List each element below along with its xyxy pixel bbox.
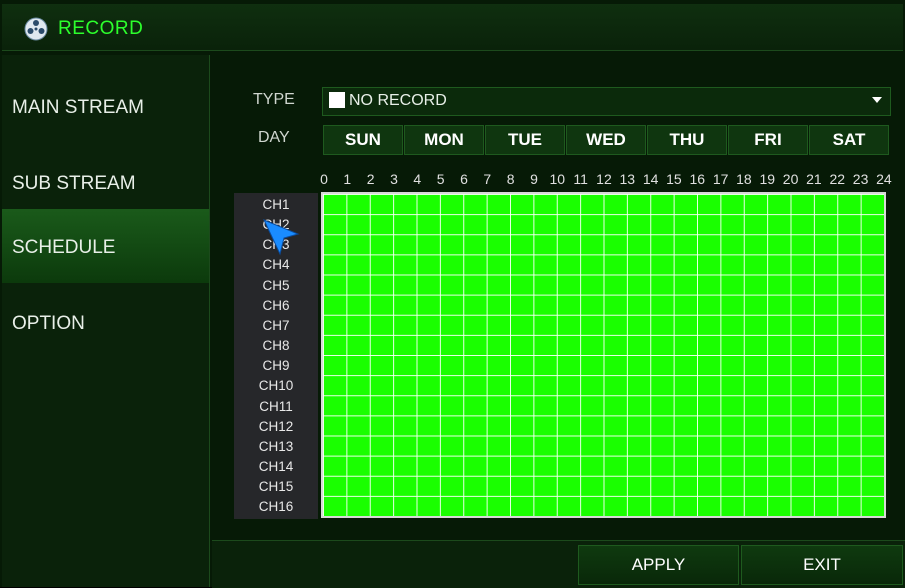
channel-label: CH8	[262, 338, 290, 354]
schedule-grid[interactable]	[321, 192, 886, 518]
day-button-sat[interactable]: SAT	[809, 125, 889, 155]
channel-label: CH6	[262, 297, 290, 313]
hour-label: 22	[829, 171, 846, 187]
channel-label: CH10	[258, 378, 294, 394]
pointer-cursor-icon	[262, 219, 300, 256]
hour-label: 5	[436, 171, 445, 187]
hour-label: 19	[759, 171, 776, 187]
type-value: NO RECORD	[349, 92, 447, 109]
hour-label: 11	[573, 171, 588, 187]
film-reel-icon	[24, 17, 48, 41]
day-button-fri[interactable]: FRI	[728, 125, 808, 155]
day-button-tue[interactable]: TUE	[485, 125, 565, 155]
hour-label: 13	[619, 171, 636, 187]
hour-label: 2	[366, 171, 375, 187]
channel-label: CH15	[258, 479, 294, 495]
hour-label: 0	[320, 171, 328, 187]
day-label: DAY	[258, 129, 290, 146]
exit-button[interactable]: EXIT	[741, 545, 903, 585]
channel-label: CH12	[258, 418, 294, 434]
day-button-sun[interactable]: SUN	[323, 125, 403, 155]
chevron-down-icon[interactable]	[872, 97, 882, 103]
channel-label: CH7	[262, 317, 290, 333]
sidebar-item-label: SUB STREAM	[12, 173, 136, 194]
hour-label: 3	[390, 171, 398, 187]
type-label: TYPE	[253, 91, 295, 108]
hour-label: 6	[460, 171, 468, 187]
channel-label: CH5	[262, 277, 290, 293]
hour-label: 20	[782, 171, 799, 187]
title-bar: RECORD	[2, 4, 903, 51]
sidebar-item-sub-stream[interactable]: SUB STREAM	[2, 145, 209, 219]
sidebar-item-label: MAIN STREAM	[12, 97, 144, 118]
channel-label: CH14	[258, 458, 294, 474]
window-title: RECORD	[58, 18, 144, 39]
record-window: RECORD MAIN STREAM SUB STREAM SCHEDULE O…	[0, 0, 905, 588]
sidebar-item-schedule[interactable]: SCHEDULE	[2, 209, 209, 283]
hour-label: 10	[549, 171, 566, 187]
sidebar-item-option[interactable]: OPTION	[2, 285, 209, 359]
hour-label: 12	[596, 171, 612, 187]
channel-label: CH13	[258, 438, 294, 454]
hour-label: 8	[506, 171, 515, 187]
channel-label: CH16	[258, 499, 294, 515]
day-button-mon[interactable]: MON	[404, 125, 484, 155]
day-button-thu[interactable]: THU	[647, 125, 727, 155]
apply-button[interactable]: APPLY	[578, 545, 739, 585]
hour-label: 16	[689, 171, 706, 187]
hour-label: 21	[806, 171, 822, 187]
channel-label: CH11	[259, 398, 293, 414]
channel-label: CH9	[262, 358, 290, 374]
hour-label: 7	[483, 171, 492, 187]
hour-label: 24	[876, 171, 892, 187]
day-button-wed[interactable]: WED	[566, 125, 646, 155]
hour-label: 14	[642, 171, 659, 187]
hour-label: 4	[413, 171, 422, 187]
hour-label: 1	[343, 171, 352, 187]
hour-label: 18	[736, 171, 752, 187]
sidebar: MAIN STREAM SUB STREAM SCHEDULE OPTION	[2, 55, 210, 587]
sidebar-item-main-stream[interactable]: MAIN STREAM	[2, 69, 209, 143]
sidebar-item-label: SCHEDULE	[12, 237, 116, 258]
channel-label: CH1	[262, 197, 290, 212]
channel-label: CH4	[262, 257, 290, 273]
record-type-select[interactable]: NO RECORD	[322, 87, 891, 116]
type-color-swatch	[329, 92, 345, 108]
hour-label: 23	[852, 171, 869, 187]
hour-label: 17	[712, 171, 729, 187]
hour-label: 9	[530, 171, 538, 187]
sidebar-item-label: OPTION	[12, 313, 85, 334]
hour-label: 15	[666, 171, 682, 187]
